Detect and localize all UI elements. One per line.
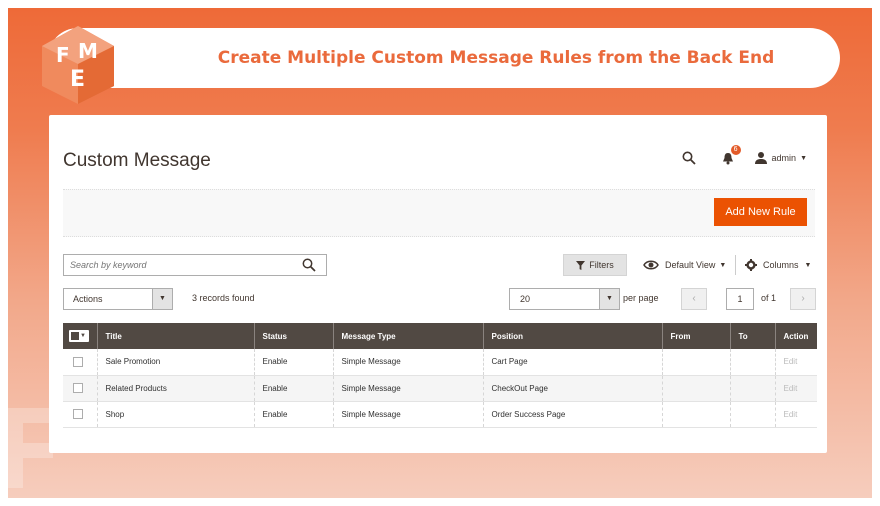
grid-header-row: ▼ Title Status Message Type Position Fro… [63, 323, 817, 349]
keyword-search [63, 254, 327, 276]
mass-actions-select[interactable]: Actions ▼ [63, 288, 173, 310]
funnel-icon [576, 260, 586, 270]
eye-icon [643, 260, 659, 270]
default-view-dropdown[interactable]: Default View ▼ [643, 256, 726, 274]
row-checkbox[interactable] [73, 409, 83, 419]
chevron-down-icon: ▼ [719, 261, 727, 269]
column-header-action: Action [774, 323, 817, 349]
actions-label: Actions [73, 294, 103, 304]
per-page-select[interactable]: 20 ▼ [509, 288, 620, 310]
search-icon[interactable] [678, 147, 700, 169]
row-checkbox[interactable] [73, 383, 83, 393]
column-header-position[interactable]: Position [482, 323, 662, 349]
notification-badge: 6 [730, 145, 741, 155]
search-input[interactable] [70, 255, 295, 275]
add-new-rule-button[interactable]: Add New Rule [714, 198, 807, 226]
total-pages-label: of 1 [761, 293, 777, 303]
edit-link[interactable]: Edit [784, 410, 798, 419]
column-header-to[interactable]: To [729, 323, 775, 349]
cell-to [729, 349, 775, 376]
filters-label: Filters [589, 260, 614, 270]
cell-message-type: Simple Message [332, 375, 483, 402]
default-view-label: Default View [665, 260, 716, 270]
gear-icon [745, 259, 757, 271]
columns-label: Columns [763, 260, 799, 270]
cell-status: Enable [253, 349, 333, 376]
cell-title: Related Products [96, 375, 254, 402]
fme-logo: F M E [42, 26, 114, 104]
user-icon [754, 152, 767, 164]
current-page-input[interactable]: 1 [726, 288, 754, 310]
admin-menu[interactable]: admin ▼ [754, 151, 807, 165]
cell-position: Order Success Page [482, 401, 662, 428]
bell-icon[interactable]: 6 [718, 145, 741, 168]
cell-message-type: Simple Message [332, 349, 483, 376]
search-icon[interactable] [302, 258, 316, 272]
edit-link[interactable]: Edit [784, 384, 798, 393]
column-header-message-type[interactable]: Message Type [332, 323, 483, 349]
cell-to [729, 375, 775, 402]
cell-position: Cart Page [482, 349, 662, 376]
cell-title: Shop [96, 401, 254, 428]
svg-text:M: M [78, 39, 98, 63]
cell-message-type: Simple Message [332, 401, 483, 428]
cell-from [661, 375, 730, 402]
select-all-checkbox[interactable]: ▼ [63, 323, 97, 349]
cell-title: Sale Promotion [96, 349, 254, 376]
page-title: Custom Message [63, 150, 211, 171]
cell-status: Enable [253, 401, 333, 428]
cell-to [729, 401, 775, 428]
filters-button[interactable]: Filters [563, 254, 627, 276]
column-header-status[interactable]: Status [253, 323, 333, 349]
table-row[interactable]: Shop Enable Simple Message Order Success… [63, 401, 817, 428]
svg-text:E: E [70, 67, 85, 92]
edit-link[interactable]: Edit [784, 357, 798, 366]
chevron-down-icon: ▼ [599, 289, 619, 309]
columns-dropdown[interactable]: Columns ▼ [745, 256, 811, 274]
table-row[interactable]: Sale Promotion Enable Simple Message Car… [63, 349, 817, 376]
page-actions-bar: Add New Rule [63, 189, 815, 237]
column-header-title[interactable]: Title [96, 323, 254, 349]
previous-page-button[interactable]: ‹ [681, 288, 707, 310]
per-page-value: 20 [520, 294, 531, 304]
header-actions: 6 admin ▼ [678, 145, 807, 169]
chevron-down-icon: ▼ [800, 154, 807, 162]
banner: Create Multiple Custom Message Rules fro… [48, 28, 840, 88]
admin-username: admin [771, 153, 797, 163]
toolbar-divider [735, 255, 736, 275]
cell-position: CheckOut Page [482, 375, 662, 402]
table-row[interactable]: Related Products Enable Simple Message C… [63, 375, 817, 402]
admin-panel: Custom Message 6 admin ▼ Add New Rule Se… [49, 115, 827, 453]
next-page-button[interactable]: › [790, 288, 816, 310]
row-checkbox[interactable] [73, 356, 83, 367]
banner-title: Create Multiple Custom Message Rules fro… [217, 48, 775, 68]
cell-from [661, 349, 730, 376]
svg-text:F: F [56, 43, 70, 67]
chevron-down-icon: ▼ [804, 261, 812, 269]
cell-from [661, 401, 730, 428]
per-page-label: per page [623, 293, 659, 303]
column-header-from[interactable]: From [661, 323, 730, 349]
cell-status: Enable [253, 375, 333, 402]
records-found: 3 records found [192, 293, 255, 303]
rules-grid: ▼ Title Status Message Type Position Fro… [63, 323, 817, 428]
chevron-down-icon: ▼ [152, 289, 172, 309]
background-frame: Create Multiple Custom Message Rules fro… [8, 8, 872, 498]
